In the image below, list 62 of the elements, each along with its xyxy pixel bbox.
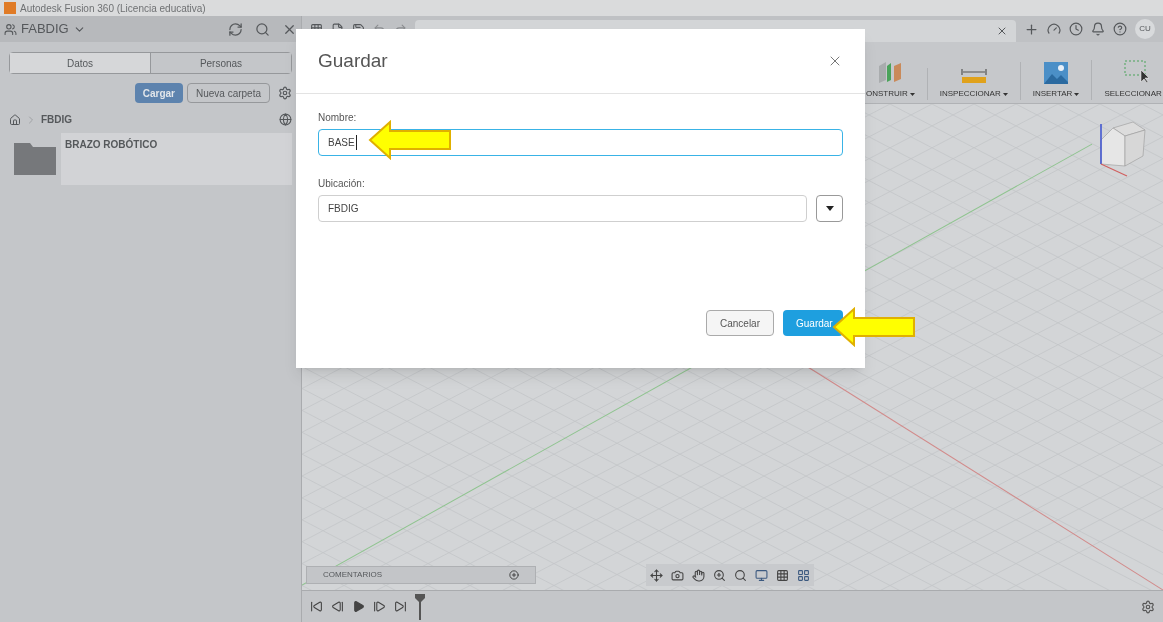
user-avatar[interactable]: CU (1135, 19, 1155, 39)
display-icon[interactable] (755, 568, 768, 582)
planes-icon (877, 60, 904, 84)
folder-item[interactable]: BRAZO ROBÓTICO (9, 133, 292, 185)
comments-label: COMENTARIOS (323, 569, 382, 581)
toolbar-menu[interactable]: INSPECCIONAR (939, 88, 1001, 100)
panel-tab[interactable]: Datos (10, 53, 150, 73)
folder-name: BRAZO ROBÓTICO (65, 137, 158, 152)
ruler-icon (960, 68, 987, 84)
next-icon[interactable] (373, 600, 386, 613)
panel-tab[interactable]: Personas (150, 53, 291, 73)
window-title: Autodesk Fusion 360 (Licencia educativa) (20, 1, 206, 16)
cancel-button[interactable]: Cancelar (705, 310, 774, 336)
grid-icon[interactable] (776, 568, 789, 582)
new-folder-button[interactable]: Nueva carpeta (186, 83, 270, 103)
caret-icon (1002, 92, 1008, 96)
refresh-icon[interactable] (228, 21, 243, 37)
save-button[interactable]: Guardar (783, 310, 843, 336)
arrow-icon (832, 307, 916, 347)
play-icon[interactable] (352, 600, 365, 613)
add-comment-icon[interactable] (509, 570, 519, 580)
globe-icon[interactable] (279, 113, 292, 126)
gauge-icon[interactable] (1047, 22, 1061, 36)
help-icon[interactable] (1113, 22, 1127, 36)
clock-icon[interactable] (1069, 22, 1083, 36)
search-icon[interactable] (255, 21, 270, 37)
team-icon (4, 22, 17, 36)
timeline-settings-icon[interactable] (1141, 599, 1155, 614)
caret-icon (825, 206, 834, 211)
location-label: Ubicación: (318, 177, 366, 191)
new-tab-icon[interactable] (1024, 21, 1039, 37)
caret-icon (1074, 92, 1080, 96)
last-icon[interactable] (394, 600, 407, 613)
breadcrumb[interactable]: FBDIG (41, 112, 73, 127)
arrow-icon (368, 120, 452, 160)
toolbar-menu[interactable]: INSERTAR (1032, 88, 1073, 100)
first-icon[interactable] (310, 600, 323, 613)
settings-icon[interactable] (278, 86, 292, 100)
zoom-icon[interactable] (713, 568, 726, 582)
caret-icon (909, 92, 915, 96)
dialog-title: Guardar (318, 48, 388, 73)
name-label: Nombre: (318, 111, 358, 125)
toolbar-menu[interactable]: SELECCIONAR (1104, 88, 1162, 100)
previous-icon[interactable] (331, 600, 344, 613)
home-icon[interactable] (9, 113, 21, 126)
viewports-icon[interactable] (797, 568, 810, 582)
name-field[interactable]: BASE (318, 129, 843, 156)
toolbar-menu[interactable]: ONSTRUIR (866, 88, 908, 100)
timeline-marker-icon[interactable] (415, 593, 425, 620)
selection-icon (1123, 60, 1150, 84)
camera-icon[interactable] (671, 568, 684, 582)
image-icon (1044, 62, 1069, 84)
pan-icon[interactable] (692, 568, 705, 582)
name-value: BASE (328, 135, 357, 150)
bell-icon[interactable] (1091, 22, 1105, 36)
app-icon (4, 2, 16, 14)
upload-button[interactable]: Cargar (134, 83, 183, 103)
location-field[interactable]: FBDIG (318, 195, 807, 222)
project-selector[interactable]: FABDIG (21, 19, 69, 39)
folder-icon (14, 143, 56, 175)
dropdown-button[interactable] (816, 195, 843, 222)
close-tab-icon[interactable] (996, 25, 1008, 37)
